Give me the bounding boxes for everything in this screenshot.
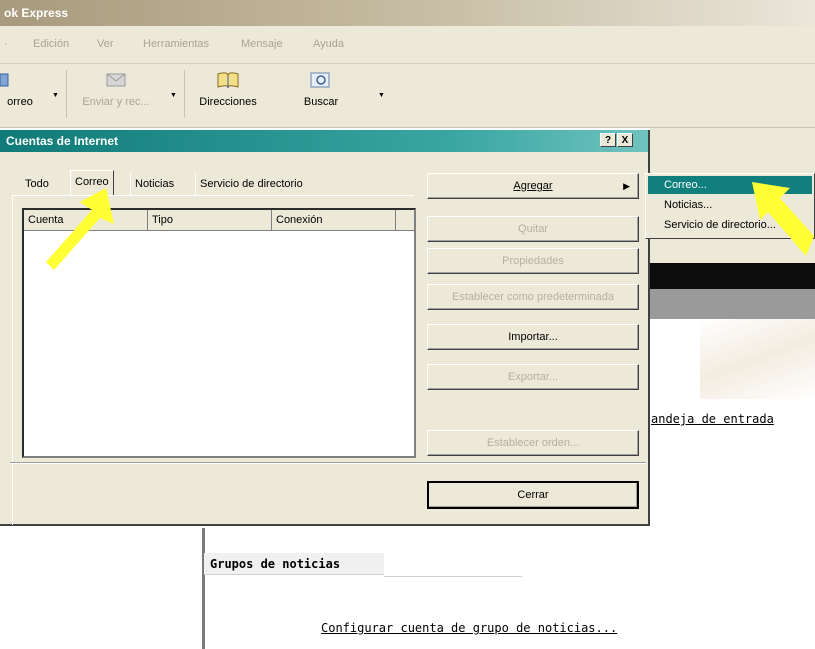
dialog-divider (10, 462, 646, 464)
annotation-arrow-icon (752, 182, 814, 256)
send-receive-label: Enviar y rec... (82, 96, 150, 108)
newsgroups-divider (384, 576, 522, 577)
set-order-button[interactable]: Establecer orden... (427, 430, 639, 456)
close-button[interactable]: X (617, 133, 633, 147)
app-title-bar: ok Express (0, 0, 815, 26)
properties-button[interactable]: Propiedades (427, 248, 639, 274)
add-button[interactable]: Agregar ▶ (427, 173, 639, 199)
import-button[interactable]: Importar... (427, 324, 639, 350)
addresses-button[interactable]: Direcciones (192, 70, 264, 108)
mail-icon (0, 70, 10, 90)
inbox-link[interactable]: andeja de entrada (651, 412, 774, 426)
set-default-button[interactable]: Establecer como predeterminada (427, 284, 639, 310)
content-left-border (202, 528, 205, 649)
toolbar: orreo ▼ Enviar y rec... ▼ Direcciones Bu… (0, 64, 815, 128)
dialog-title: Cuentas de Internet (6, 134, 119, 148)
create-mail-label: orreo (7, 96, 33, 108)
background-subheader-band (650, 289, 815, 319)
remove-button[interactable]: Quitar (427, 216, 639, 242)
help-button[interactable]: ? (600, 133, 616, 147)
find-button[interactable]: Buscar (296, 70, 346, 108)
arrow-right-icon: ▶ (623, 181, 630, 191)
create-mail-button[interactable]: orreo (0, 70, 40, 108)
toolbar-separator (66, 70, 67, 118)
chevron-down-icon[interactable]: ▼ (170, 92, 177, 99)
tab-noticias[interactable]: Noticias (130, 173, 178, 195)
menu-item-ver[interactable]: Ver (97, 38, 114, 50)
send-receive-icon (103, 70, 129, 90)
menu-item-mensaje[interactable]: Mensaje (241, 38, 283, 50)
column-header-connection[interactable]: Conexión (272, 210, 396, 230)
annotation-arrow-icon (46, 188, 114, 270)
send-receive-button[interactable]: Enviar y rec... (74, 70, 158, 108)
newsgroups-heading: Grupos de noticias (204, 553, 384, 575)
configure-news-account-link[interactable]: Configurar cuenta de grupo de noticias..… (321, 621, 617, 635)
chevron-down-icon[interactable]: ▼ (378, 92, 385, 99)
toolbar-separator (184, 70, 185, 118)
app-title: ok Express (4, 6, 69, 20)
find-label: Buscar (303, 96, 339, 108)
menu-item-ayuda[interactable]: Ayuda (313, 38, 344, 50)
add-button-label: Agregar (513, 180, 553, 192)
address-book-icon (215, 70, 241, 90)
menu-bar: · Edición Ver Herramientas Mensaje Ayuda (0, 26, 815, 64)
column-header-type[interactable]: Tipo (148, 210, 272, 230)
dialog-title-bar: Cuentas de Internet ? X (0, 130, 648, 152)
find-icon (308, 70, 334, 90)
background-decoration (700, 319, 815, 399)
menu-item-herramientas[interactable]: Herramientas (143, 38, 209, 50)
addresses-label: Direcciones (199, 96, 257, 108)
menu-item-archivo-stub[interactable]: · (4, 38, 8, 50)
export-button[interactable]: Exportar... (427, 364, 639, 390)
chevron-down-icon[interactable]: ▼ (52, 92, 59, 99)
tab-servicio-directorio[interactable]: Servicio de directorio (195, 173, 307, 195)
menu-item-edicion[interactable]: Edición (33, 38, 69, 50)
close-dialog-button[interactable]: Cerrar (427, 481, 639, 509)
